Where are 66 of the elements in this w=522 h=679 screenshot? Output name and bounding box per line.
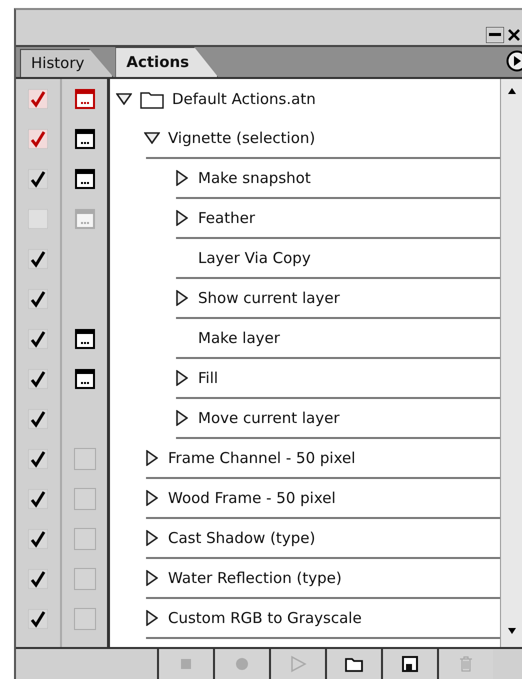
checkmark-toggle[interactable] xyxy=(28,249,48,269)
command-name[interactable]: Move current layer xyxy=(198,406,340,430)
empty-dialog-toggle[interactable] xyxy=(74,448,96,470)
command-name[interactable]: Show current layer xyxy=(198,286,340,310)
trash-icon xyxy=(457,655,475,673)
scroll-up-icon[interactable] xyxy=(506,87,516,95)
dialog-toggle-icon[interactable] xyxy=(74,129,94,149)
expanded-triangle-icon[interactable] xyxy=(144,132,160,144)
collapsed-triangle-icon[interactable] xyxy=(176,210,188,226)
collapsed-triangle-icon[interactable] xyxy=(176,410,188,426)
new-item-icon xyxy=(401,655,419,673)
collapsed-triangle-icon[interactable] xyxy=(146,450,158,466)
command-name[interactable]: Layer Via Copy xyxy=(198,246,311,270)
collapsed-triangle-icon[interactable] xyxy=(146,610,158,626)
dialog-toggle-icon[interactable] xyxy=(74,89,94,109)
panel-tab[interactable]: History xyxy=(20,49,114,77)
minimize-icon[interactable] xyxy=(486,27,504,43)
dialog-toggle-icon[interactable] xyxy=(74,169,94,189)
action-name[interactable]: Water Reflection (type) xyxy=(168,566,342,590)
scroll-down-icon[interactable] xyxy=(506,627,516,635)
empty-dialog-toggle[interactable] xyxy=(74,488,96,510)
play-icon xyxy=(289,655,307,673)
dialog-toggle-icon[interactable] xyxy=(74,209,94,229)
empty-dialog-toggle[interactable] xyxy=(74,608,96,630)
close-icon[interactable] xyxy=(506,27,522,43)
panel-tab[interactable]: Actions xyxy=(115,47,218,77)
checkmark-toggle[interactable] xyxy=(28,89,48,109)
checkmark-toggle[interactable] xyxy=(28,529,48,549)
checkmark-toggle[interactable] xyxy=(28,129,48,149)
action-name[interactable]: Cast Shadow (type) xyxy=(168,526,316,550)
action-set-name[interactable]: Default Actions.atn xyxy=(172,88,316,110)
collapsed-triangle-icon[interactable] xyxy=(146,530,158,546)
checkmark-toggle[interactable] xyxy=(28,609,48,629)
expanded-triangle-icon[interactable] xyxy=(116,93,132,105)
scrollbar[interactable] xyxy=(500,79,522,647)
checkmark-toggle[interactable] xyxy=(28,329,48,349)
command-name[interactable]: Feather xyxy=(198,206,256,230)
checkmark-toggle[interactable] xyxy=(28,369,48,389)
action-name[interactable]: Wood Frame - 50 pixel xyxy=(168,486,336,510)
checkmark-toggle[interactable] xyxy=(28,489,48,509)
action-name[interactable]: Vignette (selection) xyxy=(168,126,316,150)
record-icon xyxy=(233,655,251,673)
dialog-toggle-icon[interactable] xyxy=(74,329,94,349)
checkmark-toggle[interactable] xyxy=(28,569,48,589)
action-name[interactable]: Custom RGB to Grayscale xyxy=(168,606,362,630)
action-name[interactable]: Frame Channel - 50 pixel xyxy=(168,446,356,470)
collapsed-triangle-icon[interactable] xyxy=(176,290,188,306)
empty-dialog-toggle[interactable] xyxy=(74,528,96,550)
collapsed-triangle-icon[interactable] xyxy=(176,370,188,386)
command-name[interactable]: Make snapshot xyxy=(198,166,311,190)
new-item-button[interactable] xyxy=(381,649,437,679)
folder-icon xyxy=(345,655,363,673)
checkmark-toggle[interactable] xyxy=(28,409,48,429)
command-name[interactable]: Fill xyxy=(198,366,218,390)
dialog-toggle-icon[interactable] xyxy=(74,369,94,389)
checkmark-toggle[interactable] xyxy=(28,449,48,469)
checkmark-toggle[interactable] xyxy=(28,169,48,189)
collapsed-triangle-icon[interactable] xyxy=(146,490,158,506)
panel-menu-icon[interactable] xyxy=(506,50,522,72)
collapsed-triangle-icon[interactable] xyxy=(146,570,158,586)
checkmark-toggle[interactable] xyxy=(28,289,48,309)
empty-dialog-toggle[interactable] xyxy=(74,568,96,590)
command-name[interactable]: Make layer xyxy=(198,326,280,350)
folder-button[interactable] xyxy=(325,649,381,679)
collapsed-triangle-icon[interactable] xyxy=(176,170,188,186)
empty-toggle[interactable] xyxy=(28,209,48,229)
